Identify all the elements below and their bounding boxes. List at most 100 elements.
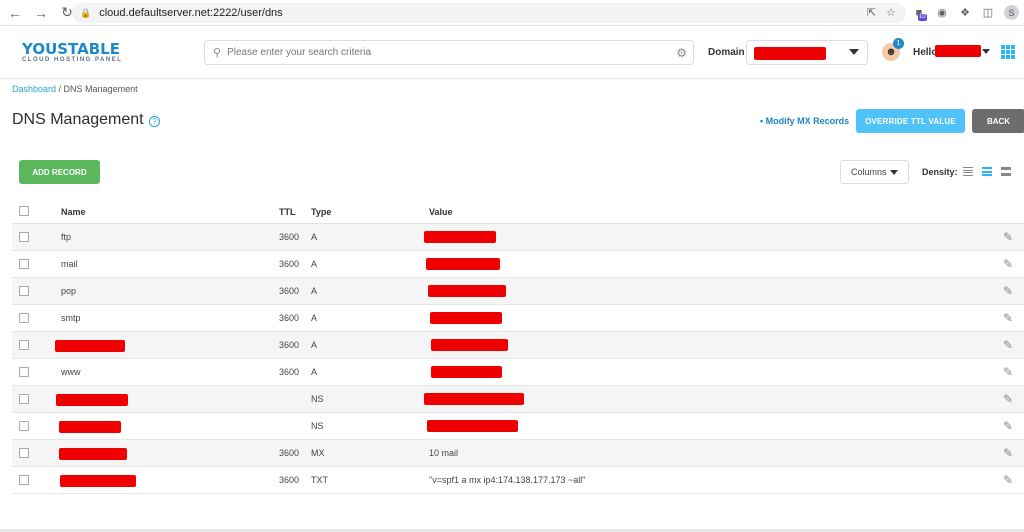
cell-value: 10 mail [429, 448, 459, 458]
cell-type: A [311, 259, 318, 269]
table-row[interactable]: NS ✎ [12, 413, 1024, 440]
edit-pencil-icon[interactable]: ✎ [1003, 446, 1013, 460]
row-checkbox[interactable] [19, 475, 29, 485]
modify-mx-records-link[interactable]: • Modify MX Records [760, 116, 849, 126]
density-compact-icon[interactable] [963, 167, 973, 176]
table-row[interactable]: ftp 3600 A ✎ [12, 224, 1024, 251]
row-checkbox[interactable] [19, 421, 29, 431]
back-button[interactable]: BACK [972, 109, 1024, 133]
cell-type: A [311, 232, 318, 242]
density-comfortable-icon[interactable] [1001, 167, 1011, 176]
forward-arrow-icon[interactable]: → [30, 2, 52, 24]
logo-main-text: YOUSTABLE [22, 40, 120, 58]
cell-ttl: 3600 [279, 232, 300, 242]
caret-down-icon [890, 170, 898, 175]
gear-icon[interactable]: ⚙ [676, 46, 687, 60]
row-checkbox[interactable] [19, 367, 29, 377]
column-header-name[interactable]: Name [61, 207, 86, 217]
redacted-value [424, 393, 524, 405]
edit-pencil-icon[interactable]: ✎ [1003, 338, 1013, 352]
redacted-username [935, 45, 981, 57]
table-row[interactable]: www 3600 A ✎ [12, 359, 1024, 386]
breadcrumb-current: DNS Management [63, 84, 138, 94]
redacted-value [431, 339, 508, 351]
cell-value: "v=spf1 a mx ip4:174.138.177.173 ~all" [429, 475, 586, 485]
redacted-name [60, 475, 136, 487]
help-icon[interactable]: ? [149, 116, 160, 127]
cell-name: pop [61, 286, 77, 296]
row-checkbox[interactable] [19, 448, 29, 458]
column-header-type[interactable]: Type [311, 207, 331, 217]
notification-badge[interactable]: 1 [893, 38, 904, 49]
table-row[interactable]: mail 3600 A ✎ [12, 251, 1024, 278]
table-row[interactable]: 3600 TXT "v=spf1 a mx ip4:174.138.177.173 … [12, 467, 1024, 494]
redacted-value [426, 258, 500, 270]
table-row[interactable]: NS ✎ [12, 386, 1024, 413]
edit-pencil-icon[interactable]: ✎ [1003, 284, 1013, 298]
breadcrumb: Dashboard / DNS Management [12, 84, 138, 94]
cell-ttl: 3600 [279, 448, 300, 458]
sidebar-icon[interactable]: ◫ [981, 6, 995, 20]
profile-avatar[interactable]: S [1004, 5, 1019, 20]
table-row[interactable]: 3600 MX 10 mail ✎ [12, 440, 1024, 467]
redacted-name [59, 448, 127, 460]
edit-pencil-icon[interactable]: ✎ [1003, 365, 1013, 379]
extension-icon[interactable]: ■ 10 [912, 6, 927, 21]
row-checkbox[interactable] [19, 286, 29, 296]
add-record-button[interactable]: ADD RECORD [19, 160, 100, 184]
redacted-name [56, 394, 128, 406]
redacted-value [431, 366, 502, 378]
address-bar[interactable]: 🔒 cloud.defaultserver.net:2222/user/dns … [72, 3, 906, 23]
redacted-value [424, 231, 496, 243]
breadcrumb-separator: / [56, 84, 64, 94]
table-row[interactable]: smtp 3600 A ✎ [12, 305, 1024, 332]
search-box[interactable]: ⚲ ⚙ [204, 40, 694, 65]
camera-icon[interactable]: ◉ [935, 6, 949, 20]
cell-ttl: 3600 [279, 259, 300, 269]
edit-pencil-icon[interactable]: ✎ [1003, 392, 1013, 406]
cell-name: mail [61, 259, 78, 269]
domain-select[interactable] [746, 40, 868, 65]
apps-grid-icon[interactable] [1001, 45, 1015, 59]
column-header-ttl[interactable]: TTL [279, 207, 296, 217]
logo[interactable]: YOUSTABLE CLOUD HOSTING PANEL [22, 40, 123, 64]
logo-sub-text: CLOUD HOSTING PANEL [22, 57, 123, 63]
page-title: DNS Management [12, 111, 144, 128]
row-checkbox[interactable] [19, 313, 29, 323]
user-menu-chevron-icon[interactable] [982, 49, 990, 54]
column-header-value[interactable]: Value [429, 207, 453, 217]
edit-pencil-icon[interactable]: ✎ [1003, 419, 1013, 433]
extension-badge: 10 [918, 13, 927, 21]
select-all-checkbox[interactable] [19, 206, 29, 216]
puzzle-icon[interactable]: ❖ [958, 6, 972, 20]
cell-name: smtp [61, 313, 81, 323]
search-input[interactable] [227, 47, 668, 58]
edit-pencil-icon[interactable]: ✎ [1003, 473, 1013, 487]
redacted-value [430, 312, 502, 324]
share-icon[interactable]: ⇱ [867, 6, 876, 19]
edit-pencil-icon[interactable]: ✎ [1003, 311, 1013, 325]
breadcrumb-dashboard-link[interactable]: Dashboard [12, 84, 56, 94]
row-checkbox[interactable] [19, 394, 29, 404]
row-checkbox[interactable] [19, 259, 29, 269]
row-checkbox[interactable] [19, 232, 29, 242]
override-ttl-button[interactable]: OVERRIDE TTL VALUE [856, 109, 965, 133]
edit-pencil-icon[interactable]: ✎ [1003, 230, 1013, 244]
cell-name: ftp [61, 232, 72, 242]
table-row[interactable]: 3600 A ✎ [12, 332, 1024, 359]
density-standard-icon[interactable] [982, 167, 992, 176]
redacted-value [428, 285, 506, 297]
app-header: YOUSTABLE CLOUD HOSTING PANEL ⚲ ⚙ Domain… [0, 27, 1024, 79]
columns-button[interactable]: Columns [840, 160, 909, 184]
dns-records-table: Name TTL Type Value ftp 3600 A ✎ mail 3600 A ✎ p… [12, 198, 1024, 494]
row-checkbox[interactable] [19, 340, 29, 350]
table-row[interactable]: pop 3600 A ✎ [12, 278, 1024, 305]
cell-ttl: 3600 [279, 313, 300, 323]
cell-type: A [311, 367, 318, 377]
bookmark-star-icon[interactable]: ☆ [886, 6, 896, 19]
cell-type: A [311, 340, 318, 350]
back-arrow-icon[interactable]: ← [4, 2, 26, 24]
edit-pencil-icon[interactable]: ✎ [1003, 257, 1013, 271]
lock-icon: 🔒 [80, 7, 92, 18]
redacted-name [59, 421, 121, 433]
